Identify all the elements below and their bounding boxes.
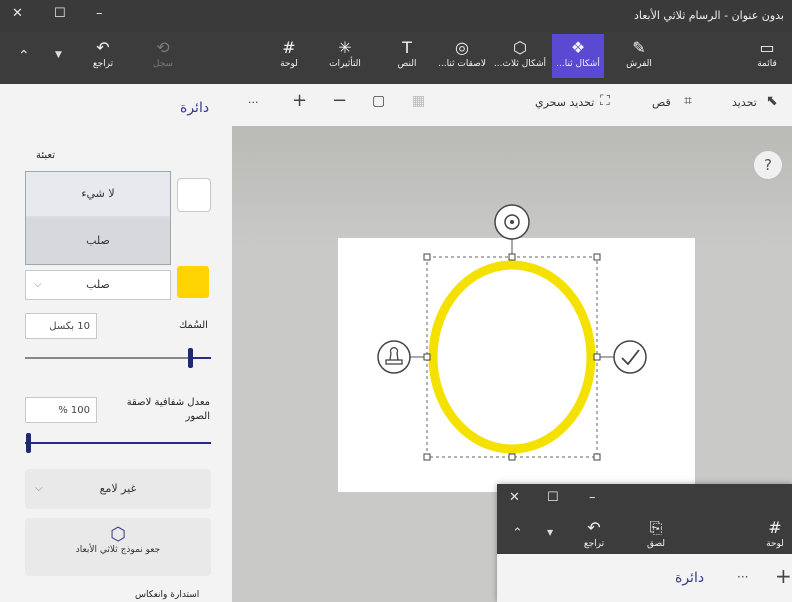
crop-icon: ⌗ bbox=[684, 93, 692, 109]
second-window: ✕ ☐ – ⌃ ▼ ↶ تراجع ⎘ لصق # لوحة دائرة ···… bbox=[497, 484, 792, 602]
more-button[interactable]: ··· bbox=[737, 570, 748, 584]
second-window-toolbar: دائرة ··· + bbox=[497, 554, 792, 602]
chevron-down-icon: ⌵ bbox=[34, 279, 42, 290]
magic-select-button[interactable]: تحديد سحري bbox=[535, 96, 594, 109]
paste-icon: ⎘ bbox=[649, 518, 663, 537]
tab-canvas[interactable]: # لوحة bbox=[266, 34, 312, 78]
magic-select-icon: ⛶ bbox=[600, 93, 610, 109]
maximize-icon[interactable]: ☐ bbox=[547, 490, 559, 505]
effects-icon: ✳ bbox=[338, 38, 352, 57]
tab-text[interactable]: T النص bbox=[384, 34, 430, 78]
history-icon: ⟲ bbox=[156, 38, 170, 57]
opacity-slider-thumb[interactable] bbox=[26, 433, 31, 453]
cube-icon: ⬡ bbox=[513, 38, 527, 57]
resize-handle[interactable] bbox=[423, 353, 431, 361]
menu-button[interactable]: ▭ قائمة bbox=[744, 34, 790, 78]
tab-canvas[interactable]: # لوحة bbox=[757, 514, 792, 558]
resize-handle[interactable] bbox=[508, 453, 516, 461]
fill-dropdown-list: لا شيء صلب bbox=[25, 171, 171, 265]
brush-icon: ✎ bbox=[632, 38, 646, 57]
tab-effects[interactable]: ✳ التأثيرات bbox=[322, 34, 368, 78]
zoom-out-button[interactable]: − bbox=[332, 90, 347, 111]
window-title: بدون عنوان - الرسام ثلاثي الأبعاد bbox=[633, 9, 784, 22]
selected-shape[interactable] bbox=[370, 200, 660, 470]
tab-3d-shapes[interactable]: ⬡ أشكال ثلاث... bbox=[494, 34, 546, 78]
crop-button[interactable]: قص bbox=[652, 96, 671, 109]
thickness-field[interactable]: 10 بكسل bbox=[25, 313, 97, 339]
canvas-icon: # bbox=[768, 518, 782, 537]
mixed-reality-icon[interactable]: ▢ bbox=[372, 93, 385, 109]
resize-handle[interactable] bbox=[508, 253, 516, 261]
history-button[interactable]: ⟲ سجل bbox=[140, 34, 186, 78]
properties-panel: دائرة تعبئة لا شيء صلب صلب ⌵ 10 بكسل الس… bbox=[0, 84, 232, 602]
fill-option-solid[interactable]: صلب bbox=[26, 218, 170, 264]
close-icon[interactable]: ✕ bbox=[509, 490, 520, 505]
title-bar: ✕ ☐ – بدون عنوان - الرسام ثلاثي الأبعاد bbox=[0, 0, 792, 30]
undo-button[interactable]: ↶ تراجع bbox=[571, 514, 617, 558]
make-3d-button[interactable]: ⬡ جعو نموذج ثلاثي الأبعاد bbox=[25, 518, 211, 576]
help-button[interactable]: ? bbox=[753, 150, 783, 180]
close-icon[interactable]: ✕ bbox=[12, 6, 23, 21]
minimize-icon[interactable]: – bbox=[589, 490, 596, 505]
panel-title: دائرة bbox=[180, 100, 210, 116]
paste-button[interactable]: ⎘ لصق bbox=[633, 514, 679, 558]
dropdown-arrow-icon[interactable]: ▼ bbox=[547, 528, 553, 537]
opacity-field[interactable]: 100 % bbox=[25, 397, 97, 423]
chevron-down-icon: ⌵ bbox=[35, 483, 43, 494]
text-icon: T bbox=[402, 38, 412, 57]
fill-label: تعبئة bbox=[36, 150, 56, 161]
tab-2d-shapes[interactable]: ❖ أشكال ثنا... bbox=[552, 34, 604, 78]
cube-icon: ⬡ bbox=[110, 524, 126, 545]
undo-button[interactable]: ↶ تراجع bbox=[80, 34, 126, 78]
chevron-up-icon[interactable]: ⌃ bbox=[512, 526, 523, 541]
resize-handle[interactable] bbox=[593, 253, 601, 261]
thickness-slider-thumb[interactable] bbox=[188, 348, 193, 368]
selection-box bbox=[426, 256, 598, 458]
resize-handle[interactable] bbox=[423, 253, 431, 261]
canvas-icon: # bbox=[282, 38, 296, 57]
ribbon: ✕ ☐ – بدون عنوان - الرسام ثلاثي الأبعاد … bbox=[0, 0, 792, 84]
panel-title: دائرة bbox=[675, 570, 705, 586]
rotate-icon[interactable] bbox=[494, 204, 530, 240]
second-window-ribbon: ✕ ☐ – ⌃ ▼ ↶ تراجع ⎘ لصق # لوحة bbox=[497, 484, 792, 554]
undo-icon: ↶ bbox=[96, 38, 110, 57]
shapes-icon: ❖ bbox=[570, 38, 586, 57]
undo-icon: ↶ bbox=[587, 518, 601, 537]
tab-brushes[interactable]: ✎ الفرش bbox=[616, 34, 662, 78]
resize-handle[interactable] bbox=[423, 453, 431, 461]
rotate-flip-label: استدارة وانعكاس bbox=[135, 590, 200, 600]
minimize-icon[interactable]: – bbox=[96, 6, 103, 21]
stamp-icon[interactable] bbox=[377, 340, 411, 374]
more-button[interactable]: ··· bbox=[248, 96, 259, 109]
tab-stickers[interactable]: ◎ لاصقات ثنا... bbox=[436, 34, 488, 78]
yellow-ellipse[interactable] bbox=[428, 260, 596, 454]
3d-view-icon[interactable]: ▦ bbox=[412, 93, 425, 109]
finish-dropdown[interactable]: غير لامع ⌵ bbox=[25, 469, 211, 509]
cursor-icon: ⬉ bbox=[766, 93, 778, 109]
maximize-icon[interactable]: ☐ bbox=[54, 6, 66, 21]
zoom-in-button[interactable]: + bbox=[292, 90, 307, 111]
zoom-in-button[interactable]: + bbox=[775, 564, 792, 588]
check-icon[interactable] bbox=[613, 340, 647, 374]
resize-handle[interactable] bbox=[593, 453, 601, 461]
opacity-label: معدل شفافية لاصقة الصور bbox=[126, 397, 210, 422]
thickness-label: السُمك bbox=[179, 320, 208, 331]
stickers-icon: ◎ bbox=[455, 38, 469, 57]
menu-icon: ▭ bbox=[759, 38, 775, 57]
dropdown-arrow-icon[interactable]: ▼ bbox=[55, 50, 62, 60]
fill-option-none[interactable]: لا شيء bbox=[26, 172, 170, 216]
line-color-swatch[interactable] bbox=[177, 266, 209, 298]
chevron-up-icon[interactable]: ⌃ bbox=[18, 48, 30, 64]
thickness-slider-track[interactable] bbox=[25, 357, 188, 359]
opacity-slider-track[interactable] bbox=[25, 442, 211, 444]
select-button[interactable]: تحديد bbox=[732, 96, 757, 109]
fill-color-swatch[interactable] bbox=[177, 178, 211, 212]
resize-handle[interactable] bbox=[593, 353, 601, 361]
line-type-dropdown[interactable]: صلب ⌵ bbox=[25, 270, 171, 300]
